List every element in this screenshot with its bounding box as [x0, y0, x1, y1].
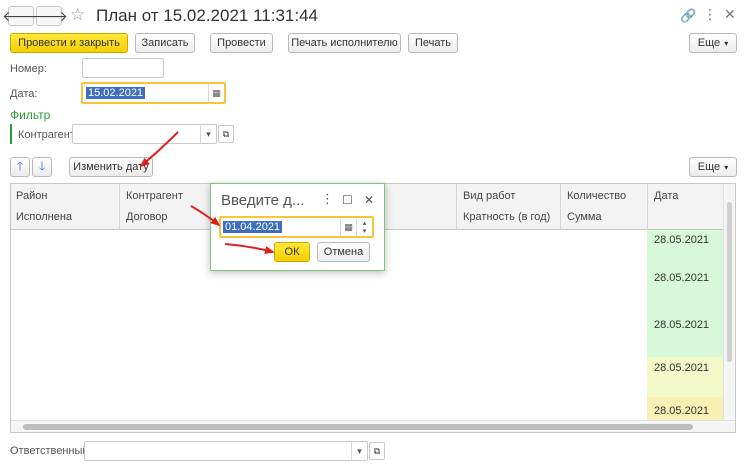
save-button[interactable]: Записать [135, 33, 195, 53]
date-dialog: Введите д... ⋮ ☐ ✕ 01.04.2021 ▦ ▴ ▾ ОК От… [210, 183, 385, 271]
chevron-down-icon: ▾ [724, 38, 729, 48]
table-row-date[interactable]: 28.05.2021 [647, 319, 723, 331]
table-row-date[interactable]: 28.05.2021 [647, 362, 723, 374]
date-label: Дата: [10, 88, 38, 100]
post-and-close-button[interactable]: Провести и закрыть [10, 33, 128, 53]
header-quantity[interactable]: Количество [567, 190, 626, 202]
responsible-label: Ответственный: [10, 445, 92, 457]
ok-button[interactable]: ОК [274, 242, 310, 262]
filter-bar [10, 124, 12, 144]
date-value: 15.02.2021 [86, 87, 146, 99]
calendar-icon[interactable]: ▦ [208, 84, 224, 102]
scroll-thumb[interactable] [23, 424, 693, 430]
contractor-label: Контрагент: [18, 129, 78, 141]
print-button[interactable]: Печать [408, 33, 458, 53]
header-work-type[interactable]: Вид работ [463, 190, 515, 202]
window-title: План от 15.02.2021 11:31:44 [96, 6, 319, 25]
header-district[interactable]: Район [16, 190, 47, 202]
change-date-button[interactable]: Изменить дату [69, 157, 153, 177]
calendar-icon[interactable]: ▦ [340, 218, 356, 236]
header-done[interactable]: Исполнена [16, 211, 72, 223]
vertical-scrollbar[interactable] [723, 184, 735, 422]
number-field[interactable] [82, 58, 164, 78]
link-icon[interactable]: 🔗 [680, 8, 696, 24]
open-icon[interactable]: ⧉ [218, 125, 234, 143]
horizontal-scrollbar[interactable] [11, 420, 735, 432]
dropdown-icon[interactable]: ▾ [351, 442, 367, 460]
more-button[interactable]: Еще ▾ [689, 33, 737, 53]
table-row-date[interactable]: 28.05.2021 [647, 272, 723, 284]
print-executor-button[interactable]: Печать исполнителю [288, 33, 401, 53]
close-icon[interactable]: ✕ [724, 6, 736, 23]
table-row-date[interactable]: 28.05.2021 [647, 234, 723, 246]
table-row-date[interactable]: 28.05.2021 [647, 405, 723, 417]
dialog-date-field[interactable]: 01.04.2021 ▦ ▴ ▾ [219, 216, 374, 238]
arrow-down-icon: 🡓 [38, 158, 46, 173]
responsible-field[interactable]: ▾ [84, 441, 368, 461]
number-label: Номер: [10, 63, 47, 75]
more-icon[interactable]: ⋮ [321, 191, 334, 207]
dropdown-icon[interactable]: ▾ [200, 125, 216, 143]
date-field[interactable]: 15.02.2021 ▦ [81, 82, 226, 104]
scroll-thumb[interactable] [727, 202, 732, 362]
filter-title: Фильтр [10, 108, 51, 122]
header-sum[interactable]: Сумма [567, 211, 602, 223]
forward-button[interactable]: 🡒 [30, 6, 68, 26]
dialog-date-value: 01.04.2021 [223, 221, 283, 233]
column-separator [647, 184, 648, 230]
more-icon[interactable]: ⋮ [703, 6, 717, 23]
header-contractor[interactable]: Контрагент [126, 190, 183, 202]
spinner-icon[interactable]: ▴ ▾ [356, 218, 372, 236]
date-cell-bg [647, 230, 723, 357]
table-more-button[interactable]: Еще ▾ [689, 157, 737, 177]
star-icon[interactable]: ☆ [70, 5, 85, 25]
cancel-button[interactable]: Отмена [317, 242, 370, 262]
move-down-button[interactable]: 🡓 [32, 157, 52, 177]
header-frequency[interactable]: Кратность (в год) [463, 211, 550, 223]
contractor-field[interactable]: ▾ [72, 124, 217, 144]
arrow-up-icon: 🡑 [16, 158, 24, 173]
close-icon[interactable]: ✕ [364, 193, 374, 207]
header-date[interactable]: Дата [654, 190, 678, 202]
column-separator [119, 184, 120, 230]
chevron-down-icon: ▾ [724, 162, 729, 172]
table-more-label: Еще [697, 161, 721, 173]
date-column: 28.05.2021 28.05.2021 28.05.2021 28.05.2… [647, 230, 723, 423]
column-separator [456, 184, 457, 230]
move-up-button[interactable]: 🡑 [10, 157, 30, 177]
maximize-icon[interactable]: ☐ [342, 193, 353, 207]
open-icon[interactable]: ⧉ [369, 442, 385, 460]
more-label: Еще [697, 37, 721, 49]
post-button[interactable]: Провести [210, 33, 273, 53]
forward-arrow-icon: 🡒 [30, 8, 68, 24]
column-separator [560, 184, 561, 230]
dialog-title: Введите д... [221, 192, 305, 209]
header-contract[interactable]: Договор [126, 211, 168, 223]
